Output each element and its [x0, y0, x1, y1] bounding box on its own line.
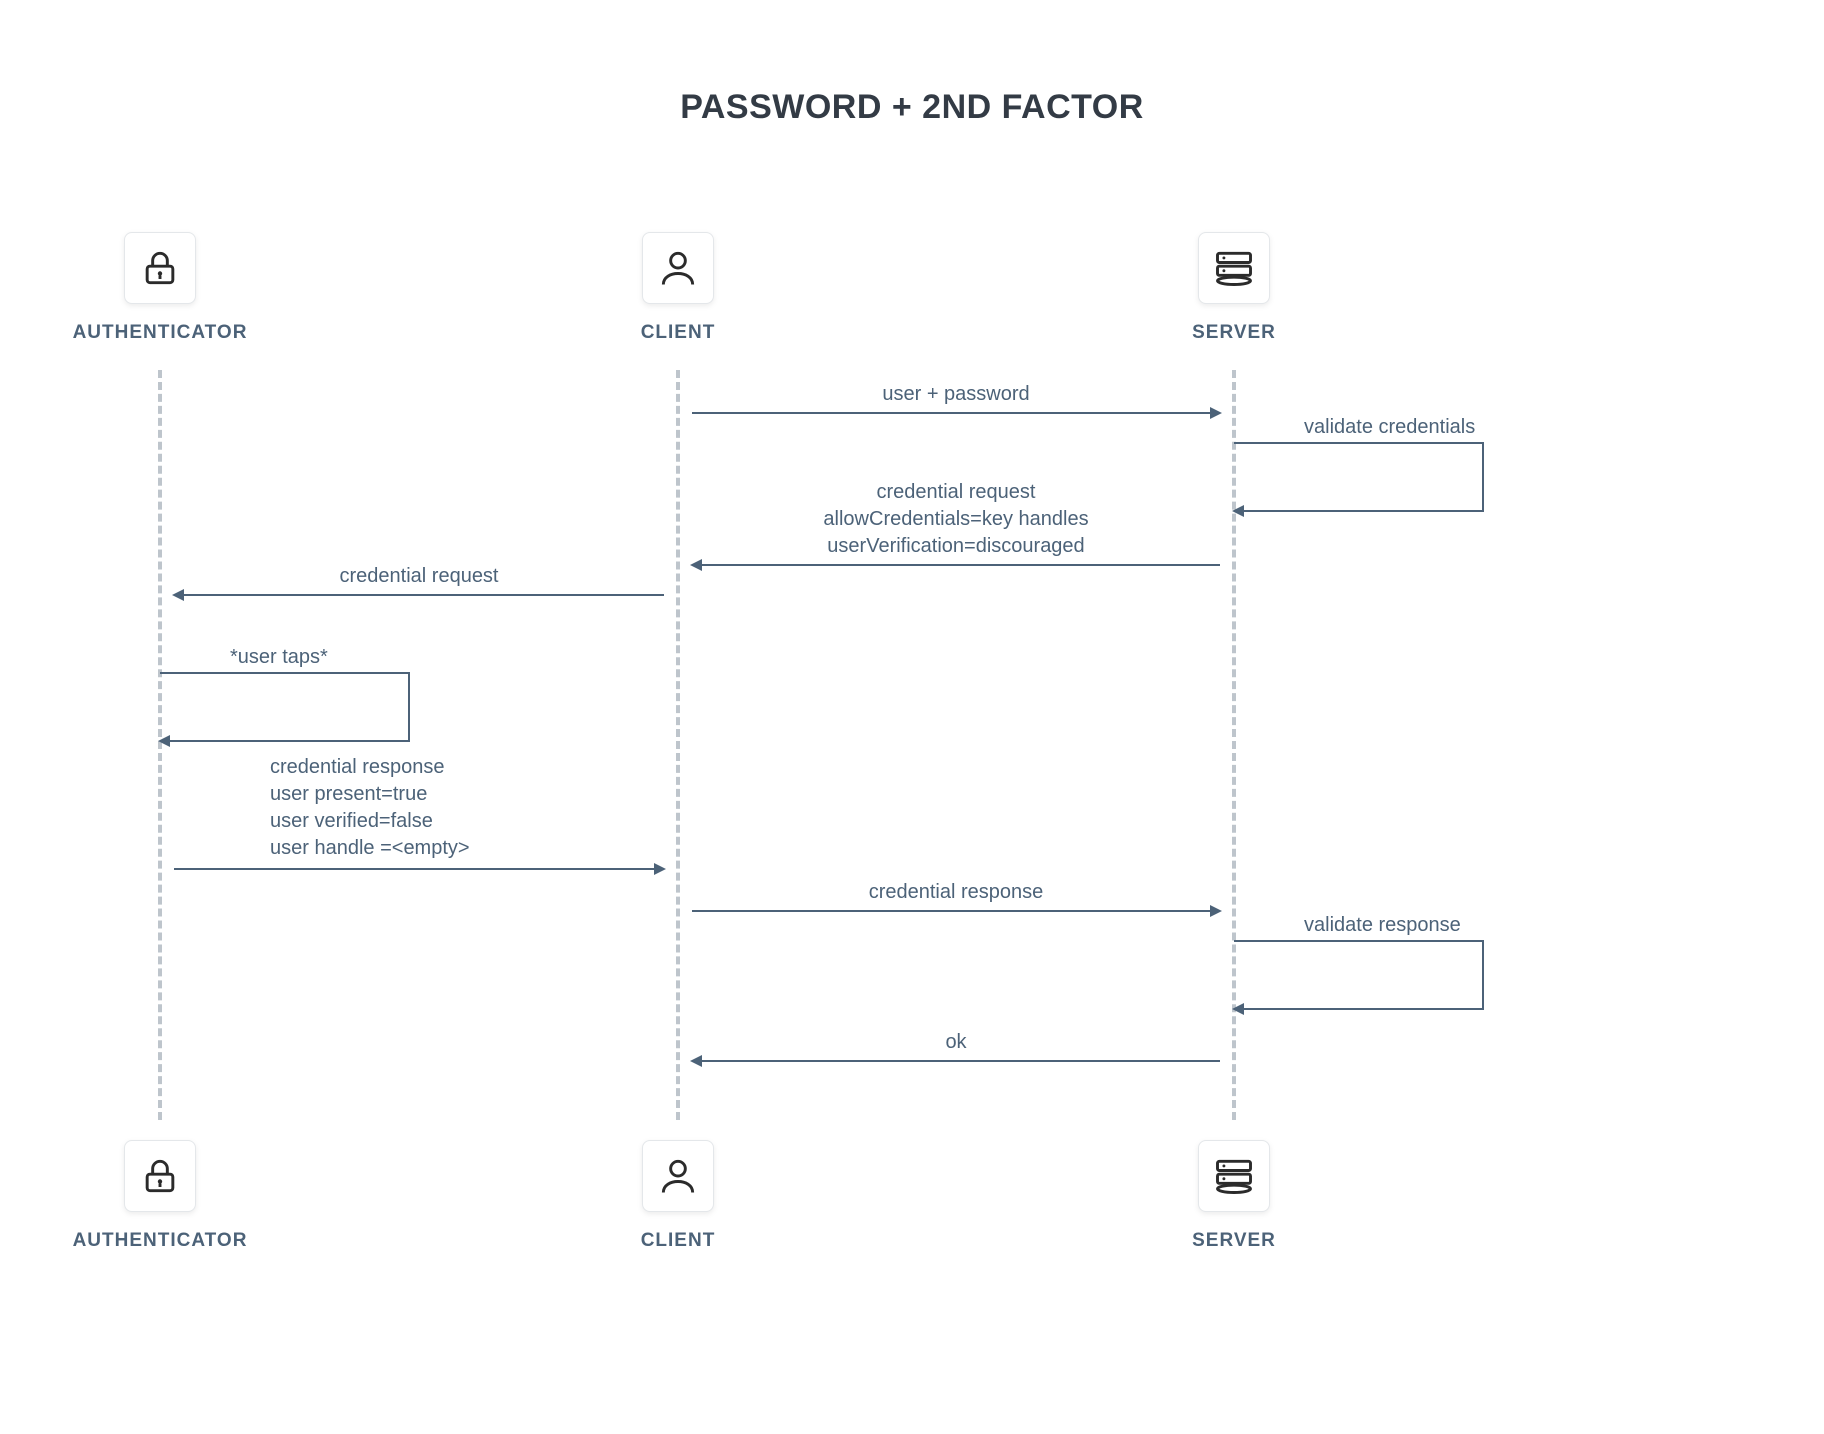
self-message-m2	[1234, 442, 1484, 512]
message-arrow-m6	[174, 868, 664, 870]
message-label-m5: *user taps*	[230, 644, 328, 671]
lock-icon	[124, 232, 196, 304]
diagram-title: PASSWORD + 2ND FACTOR	[0, 88, 1824, 127]
lane-label-client-bottom: CLIENT	[641, 1230, 716, 1252]
message-arrow-m9	[692, 1060, 1220, 1062]
lane-label-client-top: CLIENT	[641, 322, 716, 344]
user-icon	[642, 232, 714, 304]
message-arrow-m7	[692, 910, 1220, 912]
self-message-m8	[1234, 940, 1484, 1010]
server-icon	[1198, 1140, 1270, 1212]
server-icon	[1198, 232, 1270, 304]
self-message-m5	[160, 672, 410, 742]
message-label-m4: credential request	[340, 563, 499, 590]
message-label-m8: validate response	[1304, 912, 1461, 939]
lane-label-authenticator-top: AUTHENTICATOR	[73, 322, 248, 344]
message-arrow-m4	[174, 594, 664, 596]
message-arrow-m1	[692, 412, 1220, 414]
message-label-m2: validate credentials	[1304, 414, 1475, 441]
lifeline-client	[676, 370, 680, 1120]
message-label-m7: credential response	[869, 879, 1044, 906]
user-icon	[642, 1140, 714, 1212]
lane-label-server-bottom: SERVER	[1192, 1230, 1276, 1252]
lock-icon	[124, 1140, 196, 1212]
message-label-m3: credential request allowCredentials=key …	[823, 479, 1088, 560]
lane-label-authenticator-bottom: AUTHENTICATOR	[73, 1230, 248, 1252]
lane-label-server-top: SERVER	[1192, 322, 1276, 344]
message-label-m6: credential response user present=true us…	[270, 754, 470, 862]
message-label-m1: user + password	[882, 381, 1029, 408]
message-arrow-m3	[692, 564, 1220, 566]
message-label-m9: ok	[945, 1029, 966, 1056]
